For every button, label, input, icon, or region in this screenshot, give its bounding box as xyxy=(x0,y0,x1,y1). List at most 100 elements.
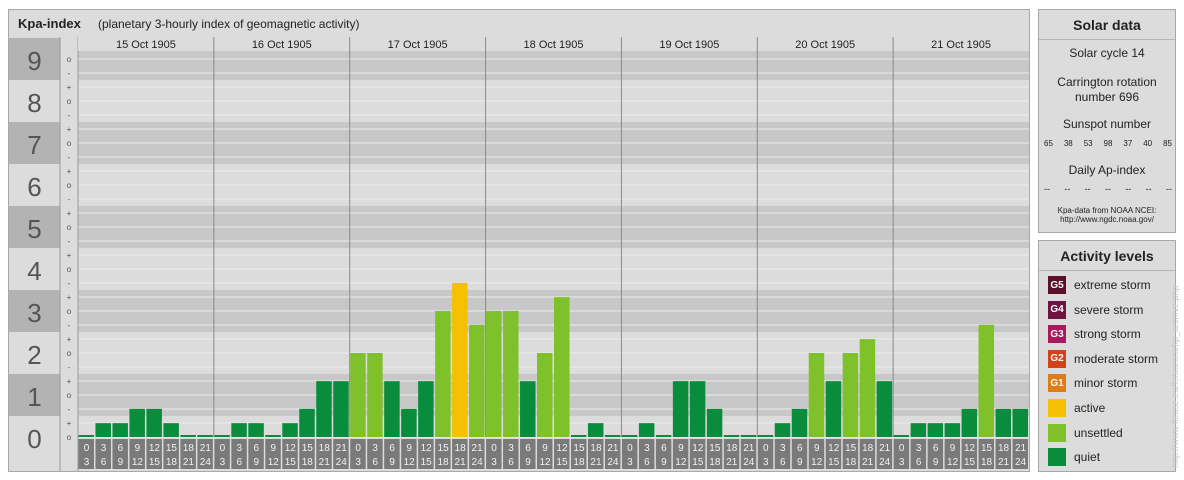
interval-end-label: 12 xyxy=(539,457,551,468)
interval-end-label: 24 xyxy=(1015,457,1027,468)
interval-start-label: 15 xyxy=(709,443,721,454)
interval-start-label: 3 xyxy=(916,443,922,454)
interval-end-label: 15 xyxy=(556,457,568,468)
sunspot-value: 37 xyxy=(1123,139,1133,148)
kp-bar xyxy=(638,423,655,437)
activity-levels-panel: Activity levels G5 extreme storm G4 severe … xyxy=(1038,240,1176,472)
legend-swatch: G5 xyxy=(1048,276,1066,294)
interval-start-label: 15 xyxy=(981,443,993,454)
activity-levels-divider xyxy=(1039,270,1175,271)
kp-bar xyxy=(452,282,468,437)
kp-bar xyxy=(706,408,723,437)
kp-bar xyxy=(978,324,995,437)
interval-start-label: 0 xyxy=(84,443,90,454)
legend-item-moderate-storm: G2 moderate storm xyxy=(1048,349,1158,369)
kp-bar xyxy=(367,353,383,437)
y-tick-label: 1 xyxy=(27,382,41,412)
minor-tick-label: o xyxy=(67,181,72,190)
interval-start-label: 15 xyxy=(166,443,178,454)
kp-bar xyxy=(299,408,315,437)
interval-start-label: 9 xyxy=(406,443,412,454)
kp-bar xyxy=(774,423,791,437)
minor-tick-label: - xyxy=(68,321,71,330)
interval-end-label: 15 xyxy=(828,457,840,468)
interval-start-label: 0 xyxy=(763,443,769,454)
sunspot-value: 38 xyxy=(1063,139,1073,148)
day-label: 21 Oct 1905 xyxy=(931,39,991,51)
kp-bar xyxy=(587,423,604,437)
day-label: 16 Oct 1905 xyxy=(252,39,312,51)
interval-start-label: 3 xyxy=(780,443,786,454)
chart-subtitle: (planetary 3-hourly index of geomagnetic… xyxy=(98,17,360,31)
kp-bar xyxy=(944,423,961,437)
interval-end-label: 9 xyxy=(525,457,531,468)
interval-start-label: 18 xyxy=(590,443,602,454)
minor-tick-label: o xyxy=(67,433,72,442)
sunspot-value: 53 xyxy=(1083,139,1093,148)
ap-value: -- xyxy=(1165,184,1172,194)
interval-end-label: 21 xyxy=(590,457,602,468)
interval-end-label: 24 xyxy=(200,457,212,468)
minor-tick-label: - xyxy=(68,195,71,204)
activity-levels-title: Activity levels xyxy=(1060,248,1154,264)
minor-tick-label: - xyxy=(68,111,71,120)
interval-start-label: 12 xyxy=(964,443,976,454)
interval-start-label: 9 xyxy=(950,443,956,454)
minor-tick-label: - xyxy=(68,153,71,162)
kp-bar xyxy=(859,339,876,437)
legend-label: severe storm xyxy=(1074,302,1144,317)
kp-bar xyxy=(486,311,502,437)
interval-start-label: 21 xyxy=(472,443,484,454)
kp-band xyxy=(78,51,1029,80)
kp-bar xyxy=(604,435,621,437)
interval-end-label: 18 xyxy=(981,457,993,468)
minor-tick-label: - xyxy=(68,69,71,78)
interval-start-label: 18 xyxy=(455,443,467,454)
ap-value: -- xyxy=(1104,184,1111,194)
interval-start-label: 21 xyxy=(336,443,348,454)
legend-swatch xyxy=(1048,423,1066,442)
sunspot-value: 85 xyxy=(1163,139,1172,148)
interval-end-label: 12 xyxy=(132,457,144,468)
minor-tick-label: + xyxy=(67,251,72,260)
minor-tick-label: o xyxy=(67,265,72,274)
y-tick-label: 7 xyxy=(27,130,41,160)
interval-start-label: 21 xyxy=(879,443,891,454)
kp-bar xyxy=(384,381,400,437)
kp-bar xyxy=(757,435,774,437)
interval-start-label: 3 xyxy=(372,443,378,454)
legend-item-strong-storm: G3 strong storm xyxy=(1048,324,1141,344)
interval-start-label: 9 xyxy=(271,443,277,454)
kp-bar xyxy=(78,435,94,437)
y-tick-label: 3 xyxy=(27,298,41,328)
interval-start-label: 3 xyxy=(101,443,107,454)
legend-label: minor storm xyxy=(1074,376,1138,391)
interval-start-label: 18 xyxy=(862,443,874,454)
legend-item-extreme-storm: G5 extreme storm xyxy=(1048,275,1151,295)
carrington-rotation-label: Carrington rotation xyxy=(1057,75,1157,89)
interval-end-label: 18 xyxy=(438,457,450,468)
kp-bar xyxy=(333,381,349,437)
interval-end-label: 6 xyxy=(372,457,378,468)
interval-end-label: 21 xyxy=(183,457,195,468)
minor-tick-label: o xyxy=(67,223,72,232)
sunspot-value: 65 xyxy=(1044,139,1053,148)
legend-label: extreme storm xyxy=(1074,278,1151,292)
minor-tick-label: - xyxy=(68,237,71,246)
minor-tick-label: + xyxy=(67,377,72,386)
kp-bar xyxy=(655,435,672,437)
interval-start-label: 18 xyxy=(998,443,1010,454)
interval-end-label: 6 xyxy=(237,457,243,468)
legend-label: moderate storm xyxy=(1074,351,1159,366)
ap-value: -- xyxy=(1044,184,1050,194)
chart-header: Kpa-index (planetary 3-hourly index of g… xyxy=(9,10,1029,37)
interval-start-label: 3 xyxy=(237,443,243,454)
kp-bar xyxy=(350,353,366,437)
interval-end-label: 9 xyxy=(797,457,803,468)
y-tick-label: 8 xyxy=(27,88,41,118)
interval-end-label: 12 xyxy=(947,457,959,468)
interval-start-label: 0 xyxy=(355,443,361,454)
day-label: 15 Oct 1905 xyxy=(116,39,176,51)
interval-end-label: 15 xyxy=(692,457,704,468)
legend-swatch: G2 xyxy=(1048,349,1066,368)
